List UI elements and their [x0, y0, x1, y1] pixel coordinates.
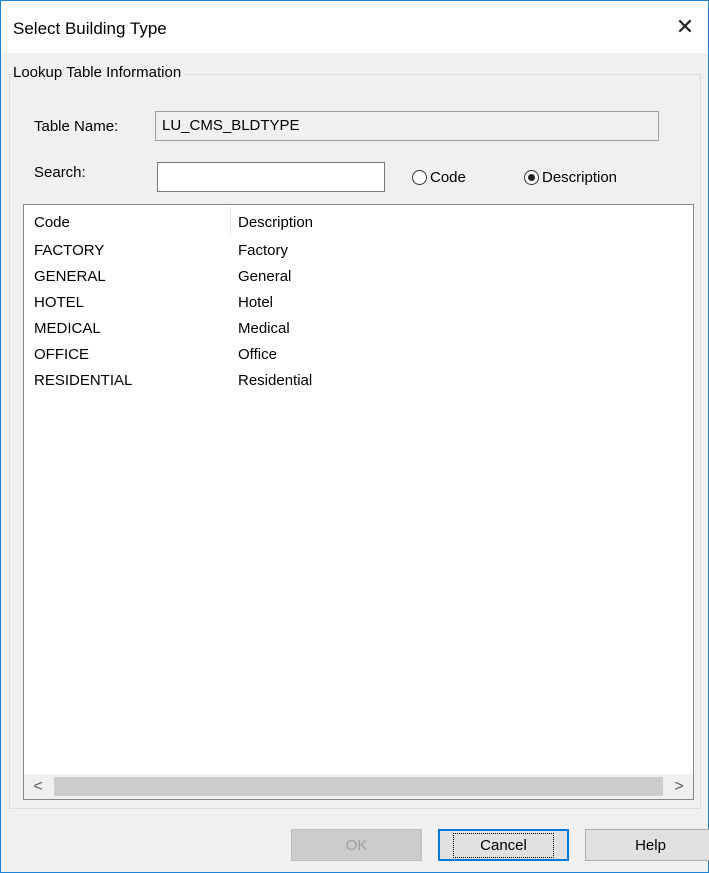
cancel-button[interactable]: Cancel: [438, 829, 569, 861]
cancel-button-label: Cancel: [453, 832, 554, 858]
scroll-right-button[interactable]: >: [665, 774, 693, 799]
ok-button-label: OK: [345, 836, 368, 854]
close-button[interactable]: ✕: [662, 1, 708, 53]
radio-description-circle[interactable]: [524, 170, 539, 185]
list-item[interactable]: OFFICE Office: [24, 343, 693, 369]
list-item-description: Medical: [238, 320, 290, 337]
radio-code-label: Code: [430, 169, 466, 186]
help-button-label: Help: [635, 836, 666, 854]
search-input[interactable]: [157, 162, 385, 192]
radio-description[interactable]: Description: [524, 169, 617, 186]
list-item-code: HOTEL: [34, 294, 85, 311]
table-name-label: Table Name:: [34, 118, 119, 135]
lookup-list[interactable]: Code Description FACTORY Factory GENERAL…: [23, 204, 694, 800]
title-bar: Select Building Type ✕: [1, 1, 708, 53]
list-item[interactable]: RESIDENTIAL Residential: [24, 369, 693, 395]
column-header-code[interactable]: Code: [34, 214, 70, 231]
list-item-description: Residential: [238, 372, 313, 389]
list-item[interactable]: HOTEL Hotel: [24, 291, 693, 317]
radio-code[interactable]: Code: [412, 169, 466, 186]
list-item-description: Factory: [238, 242, 289, 259]
list-item-code: FACTORY: [34, 242, 105, 259]
dialog-title: Select Building Type: [13, 19, 167, 38]
radio-code-circle[interactable]: [412, 170, 427, 185]
scroll-left-button[interactable]: <: [24, 774, 52, 799]
list-item-description: Hotel: [238, 294, 274, 311]
column-header-description[interactable]: Description: [238, 214, 313, 231]
list-item[interactable]: MEDICAL Medical: [24, 317, 693, 343]
list-item-code: GENERAL: [34, 268, 106, 285]
list-item-description: Office: [238, 346, 277, 363]
search-label: Search:: [34, 164, 86, 181]
scrollbar-thumb[interactable]: [54, 777, 663, 796]
ok-button[interactable]: OK: [291, 829, 422, 861]
dialog-window: Select Building Type ✕ Lookup Table Info…: [0, 0, 709, 873]
groupbox-label: Lookup Table Information: [13, 64, 185, 81]
chevron-left-icon: <: [33, 777, 43, 795]
horizontal-scrollbar[interactable]: < >: [24, 774, 693, 799]
column-separator[interactable]: [230, 207, 231, 235]
close-icon: ✕: [675, 14, 695, 39]
chevron-right-icon: >: [674, 777, 684, 795]
table-name-field: LU_CMS_BLDTYPE: [155, 111, 659, 141]
list-item-code: RESIDENTIAL: [34, 372, 133, 389]
radio-description-label: Description: [542, 169, 618, 186]
list-item[interactable]: FACTORY Factory: [24, 239, 693, 265]
list-item-code: OFFICE: [34, 346, 89, 363]
list-header: Code Description: [24, 205, 693, 237]
list-item-description: General: [238, 268, 292, 285]
list-item[interactable]: GENERAL General: [24, 265, 693, 291]
help-button[interactable]: Help: [585, 829, 709, 861]
list-item-code: MEDICAL: [34, 320, 101, 337]
